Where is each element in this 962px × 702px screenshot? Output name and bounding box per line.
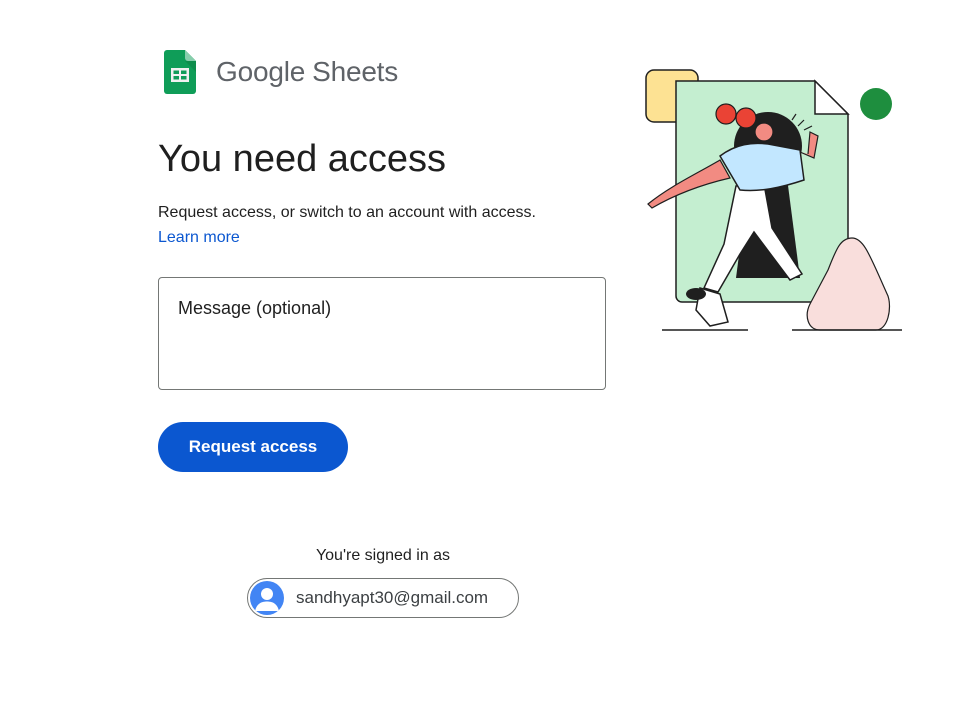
signed-in-label: You're signed in as bbox=[315, 547, 451, 564]
account-chip[interactable]: sandhyapt30@gmail.com bbox=[247, 578, 519, 618]
product-label: Sheets bbox=[312, 56, 399, 87]
description-text: Request access, or switch to an account … bbox=[158, 204, 536, 221]
google-sheets-icon bbox=[164, 50, 196, 94]
request-access-button[interactable]: Request access bbox=[158, 422, 348, 472]
product-logo: Google Sheets bbox=[164, 50, 398, 94]
page: Google Sheets You need access Request acc… bbox=[0, 0, 962, 702]
account-circle-icon bbox=[250, 581, 284, 615]
account-email: sandhyapt30@gmail.com bbox=[296, 588, 489, 607]
message-field[interactable]: Message (optional) bbox=[158, 277, 606, 390]
brand-name: Google bbox=[216, 56, 306, 87]
page-title: You need access bbox=[158, 138, 447, 180]
message-placeholder: Message (optional) bbox=[178, 298, 332, 318]
product-name: Google Sheets bbox=[216, 56, 398, 88]
learn-more-link[interactable]: Learn more bbox=[158, 229, 240, 247]
access-illustration bbox=[645, 69, 902, 331]
